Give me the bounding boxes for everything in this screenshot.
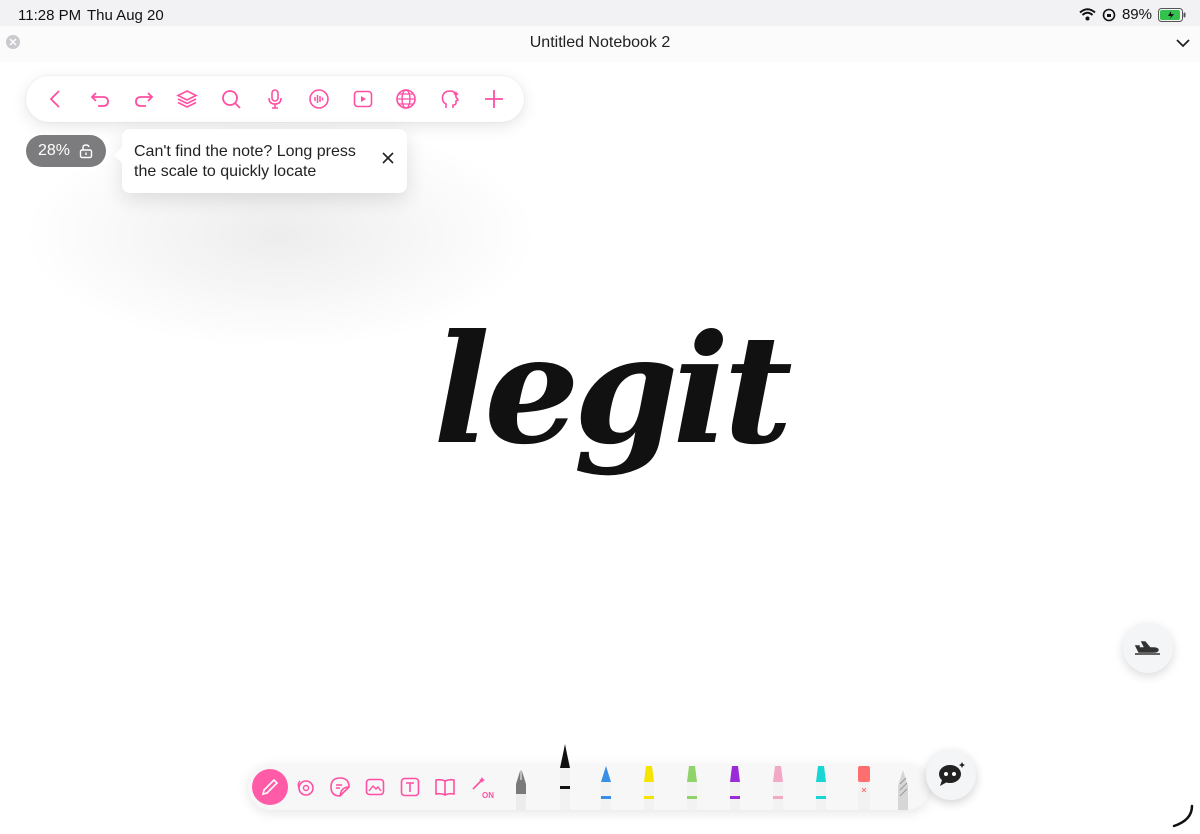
back-icon: [49, 90, 60, 108]
lasso-icon: [297, 780, 314, 796]
highlighter-pink[interactable]: [769, 764, 787, 810]
status-bar: 11:28 PM Thu Aug 20 89%: [0, 0, 1200, 26]
status-date: Thu Aug 20: [87, 7, 164, 24]
chevron-down-icon[interactable]: [1174, 34, 1192, 52]
book-icon: [435, 778, 455, 796]
assistant-head-icon: [441, 90, 460, 108]
highlighter-cyan[interactable]: [812, 764, 830, 810]
image-icon: [365, 778, 385, 796]
search-button[interactable]: [216, 84, 246, 114]
redo-icon: [134, 92, 153, 107]
back-button[interactable]: [41, 84, 71, 114]
gray-pencil-tool[interactable]: [894, 764, 912, 810]
audio-recording-button[interactable]: [304, 84, 334, 114]
pen-icon: [261, 778, 279, 796]
chat-bot-icon: [939, 762, 965, 786]
sticker-tool-button[interactable]: [328, 775, 352, 799]
tip-text: Can't find the note? Long press the scal…: [134, 143, 356, 180]
text-tool-button[interactable]: [398, 775, 422, 799]
top-toolbar: [26, 76, 524, 122]
magic-wand-state: ON: [482, 791, 494, 799]
airplane-icon: [1134, 641, 1160, 655]
microphone-button[interactable]: [260, 84, 290, 114]
battery-percent: 89%: [1121, 6, 1152, 23]
float-action-button[interactable]: [1123, 623, 1173, 673]
undo-icon: [90, 92, 109, 107]
ai-chat-button[interactable]: [926, 750, 976, 800]
status-right: 89%: [1079, 6, 1186, 23]
notebook-title[interactable]: Untitled Notebook 2: [0, 34, 1200, 52]
lasso-tool-button[interactable]: [293, 775, 317, 799]
pen-tool-button[interactable]: [252, 769, 288, 805]
rotation-lock-icon: [1102, 8, 1116, 21]
handwritten-text[interactable]: legit: [430, 280, 793, 510]
add-icon: [485, 90, 504, 108]
text-icon: [400, 777, 420, 797]
title-bar: Untitled Notebook 2: [0, 26, 1200, 62]
resize-corner-icon: [1172, 804, 1194, 828]
magic-wand-toggle[interactable]: ON: [470, 775, 494, 799]
zoom-level: 28%: [37, 142, 71, 159]
unlock-icon: [79, 144, 93, 159]
layers-icon: [176, 90, 199, 108]
video-button[interactable]: [348, 84, 378, 114]
magic-wand-icon: ON: [472, 777, 494, 799]
tooltip-arrow: [114, 147, 122, 163]
highlighter-yellow[interactable]: [640, 764, 658, 810]
battery-icon: [1158, 7, 1186, 22]
audio-wave-icon: [308, 89, 329, 109]
globe-icon: [396, 89, 417, 109]
close-icon[interactable]: [381, 151, 395, 165]
highlighter-purple[interactable]: [726, 764, 744, 810]
web-button[interactable]: [391, 84, 421, 114]
wifi-icon: [1079, 8, 1096, 21]
ballpoint-pen-black[interactable]: [556, 744, 574, 810]
eraser-tool[interactable]: [855, 764, 873, 810]
bottom-toolbar: ON: [248, 744, 930, 810]
image-tool-button[interactable]: [363, 775, 387, 799]
book-tool-button[interactable]: [433, 775, 457, 799]
layers-button[interactable]: [172, 84, 202, 114]
pen-blue[interactable]: [597, 764, 615, 810]
zoom-scale-button[interactable]: 28%: [26, 135, 106, 167]
undo-button[interactable]: [85, 84, 115, 114]
search-icon: [222, 90, 241, 109]
status-time: 11:28 PM: [18, 7, 82, 24]
locate-tip-popover: Can't find the note? Long press the scal…: [114, 129, 407, 193]
assistant-button[interactable]: [435, 84, 465, 114]
add-button[interactable]: [479, 84, 509, 114]
highlighter-green[interactable]: [683, 764, 701, 810]
fountain-pen-gray[interactable]: [512, 764, 530, 810]
redo-button[interactable]: [129, 84, 159, 114]
microphone-icon: [268, 89, 282, 109]
sticker-icon: [330, 777, 350, 797]
video-icon: [353, 90, 372, 108]
